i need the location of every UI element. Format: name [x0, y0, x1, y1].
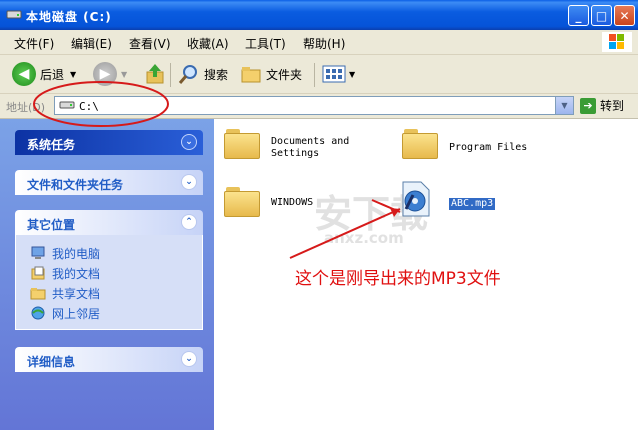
annotation-arrow-line — [289, 208, 401, 259]
annotation-overlay — [33, 81, 401, 259]
annotation-circle — [33, 81, 169, 127]
explorer-window: 本地磁盘 (C:) _ □ ✕ 文件(F) 编辑(E) 查看(V) 收藏(A) … — [0, 0, 638, 430]
annotation-text: 这个是刚导出来的MP3文件 — [295, 269, 501, 289]
annotation-arrow-line — [371, 199, 401, 213]
